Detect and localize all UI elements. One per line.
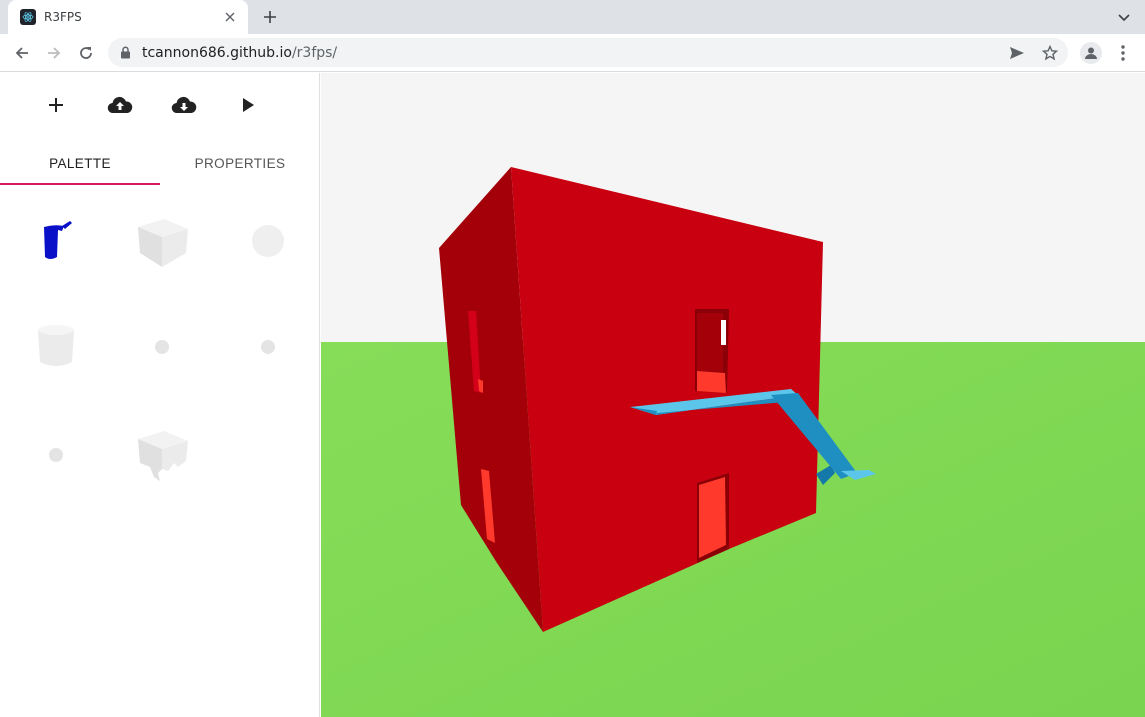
download-button[interactable] — [168, 89, 200, 121]
browser-toolbar: tcannon686.github.io/r3fps/ — [0, 34, 1145, 72]
upload-button[interactable] — [104, 89, 136, 121]
small-dot-icon — [261, 340, 275, 354]
url-path: /r3fps/ — [291, 44, 338, 61]
new-tab-plus-icon[interactable] — [258, 5, 282, 29]
cube-icon — [138, 219, 188, 267]
palette-faucet-item[interactable] — [26, 211, 86, 271]
blue-faucet-icon — [44, 221, 72, 259]
sidebar-tabs: PALETTE PROPERTIES — [0, 141, 320, 185]
back-arrow-icon[interactable] — [10, 41, 34, 65]
tab-palette[interactable]: PALETTE — [0, 141, 160, 185]
bookmark-star-icon[interactable] — [1041, 44, 1059, 62]
cloud-download-icon — [171, 96, 197, 114]
react-favicon-icon — [20, 9, 36, 25]
3d-viewport-canvas[interactable] — [321, 73, 1145, 717]
plus-icon — [49, 98, 63, 112]
play-icon — [243, 98, 254, 112]
sphere-icon — [252, 225, 284, 257]
tab-search-chevron-icon[interactable] — [1117, 9, 1133, 25]
send-icon[interactable] — [1008, 44, 1026, 62]
ruined-cube-icon — [138, 431, 188, 481]
address-bar[interactable]: tcannon686.github.io/r3fps/ — [108, 38, 1068, 67]
small-dot-icon — [155, 340, 169, 354]
browser-tabstrip: R3FPS — [0, 0, 1145, 34]
palette-ruined-cube-item[interactable] — [132, 425, 192, 485]
play-button[interactable] — [232, 89, 264, 121]
forward-arrow-icon[interactable] — [42, 41, 66, 65]
url-host: tcannon686.github.io — [142, 44, 292, 61]
tab-properties[interactable]: PROPERTIES — [160, 141, 320, 185]
palette-cube-item[interactable] — [132, 211, 192, 271]
editor-sidebar: PALETTE PROPERTIES — [0, 73, 320, 717]
palette-spawn-item[interactable] — [26, 425, 86, 485]
palette-point-light-item[interactable] — [132, 317, 192, 377]
browser-tab[interactable]: R3FPS — [8, 0, 248, 34]
cloud-upload-icon — [107, 96, 133, 114]
lock-icon — [118, 46, 132, 60]
palette-spot-light-item[interactable] — [238, 317, 298, 377]
active-tab-indicator — [0, 183, 160, 185]
tab-title: R3FPS — [44, 10, 82, 24]
add-button[interactable] — [40, 89, 72, 121]
palette-sphere-item[interactable] — [238, 211, 298, 271]
palette-cylinder-item[interactable] — [26, 317, 86, 377]
reload-icon[interactable] — [74, 41, 98, 65]
small-dot-icon — [49, 448, 63, 462]
tab-close-icon[interactable] — [222, 9, 238, 25]
profile-avatar-icon[interactable] — [1080, 42, 1102, 64]
scene-render — [321, 73, 1145, 717]
kebab-menu-icon[interactable] — [1115, 43, 1131, 63]
cylinder-icon — [38, 325, 74, 366]
